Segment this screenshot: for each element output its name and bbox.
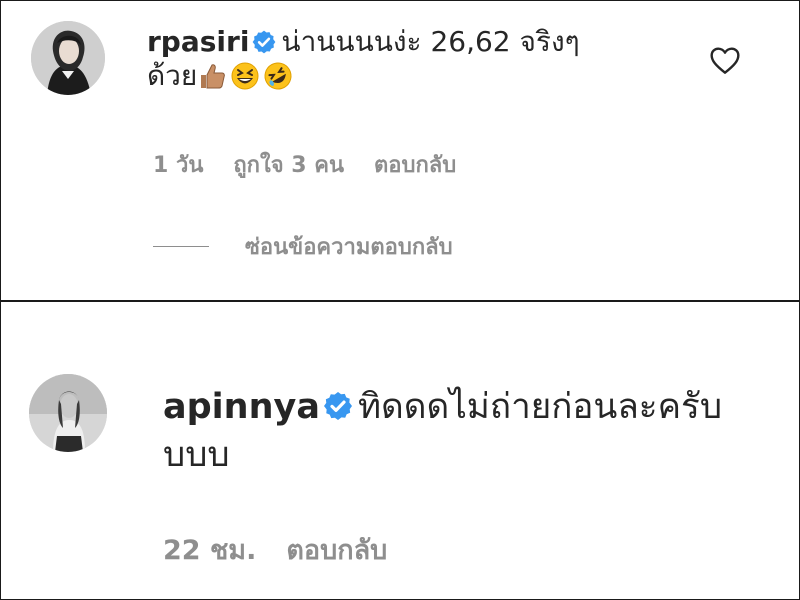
avatar-photo [31,21,105,95]
comment-body-line1: ทิดดดไม่ถ่ายก่อนละครับ [357,387,723,427]
rolling-on-floor-laughing-icon [263,61,293,91]
reply-button[interactable]: ตอบกลับ [286,535,387,566]
timestamp[interactable]: 1 วัน [153,153,203,178]
heart-icon[interactable] [709,45,741,75]
comment-text: apinnya ทิดดดไม่ถ่ายก่อนละครับ บบบ [163,384,793,479]
thumbs-up-icon [197,61,227,91]
reply-button[interactable]: ตอบกลับ [374,153,456,178]
replies-divider-line [153,246,209,247]
comment-apinnya: apinnya ทิดดดไม่ถ่ายก่อนละครับ บบบ 22 ชม.… [1,302,799,599]
timestamp[interactable]: 22 ชม. [163,535,256,566]
username[interactable]: apinnya [163,387,320,427]
likes-count[interactable]: ถูกใจ 3 คน [233,153,344,178]
avatar-photo [29,374,107,452]
comment-text: rpasiri น่านนนนง่ะ 26,62 จริงๆ ด้วย [147,25,617,93]
hide-replies-button[interactable]: ซ่อนข้อความตอบกลับ [153,229,453,264]
comment-body-line1: น่านนนนง่ะ 26,62 จริงๆ [281,25,580,58]
comment-rpasiri: rpasiri น่านนนนง่ะ 26,62 จริงๆ ด้วย 1 วัน… [1,1,799,300]
avatar[interactable] [29,374,107,452]
hide-replies-label: ซ่อนข้อความตอบกลับ [245,235,453,260]
verified-badge-icon [322,390,354,422]
comment-body-line2: ด้วย [147,59,198,93]
comment-meta: 22 ชม. ตอบกลับ [163,528,417,571]
grinning-squinting-face-icon [230,61,260,91]
avatar[interactable] [31,21,105,95]
screenshot-frame: rpasiri น่านนนนง่ะ 26,62 จริงๆ ด้วย 1 วัน… [0,0,800,600]
comment-body-line2: บบบ [163,434,230,475]
comment-meta: 1 วัน ถูกใจ 3 คน ตอบกลับ [153,147,486,182]
username[interactable]: rpasiri [147,25,249,58]
verified-badge-icon [251,29,277,55]
